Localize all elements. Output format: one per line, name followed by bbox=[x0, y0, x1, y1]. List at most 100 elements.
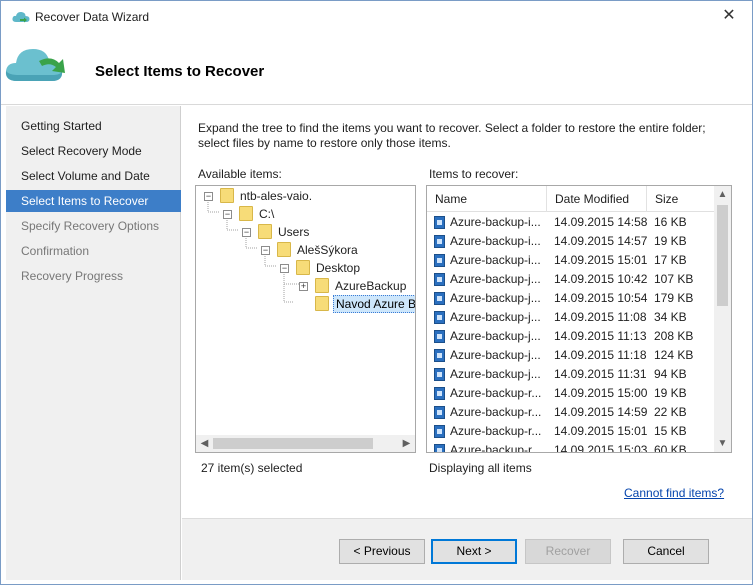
wizard-header: Select Items to Recover bbox=[1, 33, 752, 105]
size-cell: 15 KB bbox=[654, 424, 687, 438]
image-file-icon bbox=[434, 235, 445, 248]
tree-horizontal-scrollbar[interactable]: ◀ ▶ bbox=[196, 435, 415, 452]
list-row[interactable]: Azure-backup-j... 14.09.2015 11:31 94 KB bbox=[427, 365, 714, 384]
file-name-cell: Azure-backup-i... bbox=[450, 234, 541, 248]
image-file-icon bbox=[434, 349, 445, 362]
expand-icon[interactable]: + bbox=[299, 282, 308, 291]
list-row[interactable]: Azure-backup-r... 14.09.2015 14:59 22 KB bbox=[427, 403, 714, 422]
image-file-icon bbox=[434, 425, 445, 438]
scrollbar-thumb[interactable] bbox=[717, 205, 728, 306]
scroll-left-icon[interactable]: ◀ bbox=[196, 435, 213, 452]
column-header-date-modified[interactable]: Date Modified bbox=[547, 186, 647, 212]
cloud-recovery-icon bbox=[5, 49, 65, 81]
main-panel: Expand the tree to find the items you wa… bbox=[182, 106, 752, 580]
image-file-icon bbox=[434, 368, 445, 381]
file-name-cell: Azure-backup-j... bbox=[450, 291, 541, 305]
file-name-cell: Azure-backup-j... bbox=[450, 272, 541, 286]
list-row[interactable]: Azure-backup-j... 14.09.2015 10:42 107 KB bbox=[427, 270, 714, 289]
available-items-tree[interactable]: − ntb-ales-vaio. − C:\ − Users − AlešSýk… bbox=[195, 185, 416, 453]
image-file-icon bbox=[434, 273, 445, 286]
size-cell: 208 KB bbox=[654, 329, 694, 343]
display-status-text: Displaying all items bbox=[429, 461, 532, 475]
title-bar: Recover Data Wizard ✕ bbox=[1, 1, 752, 33]
scroll-right-icon[interactable]: ▶ bbox=[398, 435, 415, 452]
collapse-icon[interactable]: − bbox=[204, 192, 213, 201]
list-row[interactable]: Azure-backup-r... 14.09.2015 15:03 60 KB bbox=[427, 441, 714, 453]
folder-icon bbox=[315, 296, 329, 311]
tree-node-label: ntb-ales-vaio. bbox=[240, 189, 313, 203]
items-to-recover-label: Items to recover: bbox=[429, 167, 519, 181]
scrollbar-thumb[interactable] bbox=[213, 438, 373, 449]
recover-data-wizard-window: Recover Data Wizard ✕ Select Items to Re… bbox=[0, 0, 753, 585]
date-modified-cell: 14.09.2015 11:08 bbox=[554, 310, 647, 324]
previous-button[interactable]: < Previous bbox=[339, 539, 425, 564]
size-cell: 19 KB bbox=[654, 234, 687, 248]
date-modified-cell: 14.09.2015 14:58 bbox=[554, 215, 648, 229]
column-header-size[interactable]: Size bbox=[647, 186, 714, 212]
page-heading: Select Items to Recover bbox=[95, 63, 265, 80]
list-header: Name Date Modified Size bbox=[427, 186, 714, 212]
collapse-icon[interactable]: − bbox=[242, 228, 251, 237]
window-title: Recover Data Wizard bbox=[35, 10, 150, 24]
list-row[interactable]: Azure-backup-j... 14.09.2015 11:13 208 KB bbox=[427, 327, 714, 346]
nav-step-confirmation: Confirmation bbox=[21, 244, 90, 258]
tree-node-label: AzureBackup bbox=[335, 279, 407, 293]
nav-step-select-volume-and-date[interactable]: Select Volume and Date bbox=[6, 165, 181, 187]
file-name-cell: Azure-backup-j... bbox=[450, 367, 541, 381]
size-cell: 19 KB bbox=[654, 386, 687, 400]
column-header-name[interactable]: Name bbox=[427, 186, 547, 212]
scroll-up-icon[interactable]: ▲ bbox=[714, 186, 731, 203]
nav-step-specify-recovery-options: Specify Recovery Options bbox=[21, 219, 160, 233]
size-cell: 22 KB bbox=[654, 405, 687, 419]
list-row[interactable]: Azure-backup-j... 14.09.2015 11:18 124 KB bbox=[427, 346, 714, 365]
image-file-icon bbox=[434, 254, 445, 267]
tree-node-label: C:\ bbox=[259, 207, 275, 221]
image-file-icon bbox=[434, 406, 445, 419]
collapse-icon[interactable]: − bbox=[280, 264, 289, 273]
list-row[interactable]: Azure-backup-r... 14.09.2015 15:00 19 KB bbox=[427, 384, 714, 403]
nav-step-getting-started[interactable]: Getting Started bbox=[6, 115, 181, 137]
list-row[interactable]: Azure-backup-i... 14.09.2015 14:57 19 KB bbox=[427, 232, 714, 251]
list-row[interactable]: Azure-backup-j... 14.09.2015 11:08 34 KB bbox=[427, 308, 714, 327]
items-to-recover-list[interactable]: Name Date Modified Size Azure-backup-i..… bbox=[426, 185, 732, 453]
list-vertical-scrollbar[interactable]: ▲ ▼ bbox=[714, 186, 731, 452]
date-modified-cell: 14.09.2015 11:13 bbox=[554, 329, 647, 343]
date-modified-cell: 14.09.2015 15:01 bbox=[554, 253, 648, 267]
date-modified-cell: 14.09.2015 11:31 bbox=[554, 367, 647, 381]
file-name-cell: Azure-backup-r... bbox=[450, 424, 542, 438]
cannot-find-items-link[interactable]: Cannot find items? bbox=[624, 486, 724, 500]
scroll-down-icon[interactable]: ▼ bbox=[714, 435, 731, 452]
cancel-button[interactable]: Cancel bbox=[623, 539, 709, 564]
nav-step-select-items-to-recover[interactable]: Select Items to Recover bbox=[6, 190, 181, 212]
folder-icon bbox=[277, 242, 291, 257]
wizard-steps-nav: Getting Started Select Recovery Mode Sel… bbox=[6, 106, 181, 580]
list-row[interactable]: Azure-backup-r... 14.09.2015 15:01 15 KB bbox=[427, 422, 714, 441]
size-cell: 179 KB bbox=[654, 291, 694, 305]
image-file-icon bbox=[434, 216, 445, 229]
image-file-icon bbox=[434, 330, 445, 343]
date-modified-cell: 14.09.2015 10:54 bbox=[554, 291, 648, 305]
folder-icon bbox=[258, 224, 272, 239]
close-icon: ✕ bbox=[722, 7, 736, 24]
close-button[interactable]: ✕ bbox=[716, 5, 742, 29]
collapse-icon[interactable]: − bbox=[223, 210, 232, 219]
collapse-icon[interactable]: − bbox=[261, 246, 270, 255]
next-button[interactable]: Next > bbox=[431, 539, 517, 564]
date-modified-cell: 14.09.2015 15:03 bbox=[554, 443, 648, 453]
nav-step-select-recovery-mode[interactable]: Select Recovery Mode bbox=[6, 140, 181, 162]
date-modified-cell: 14.09.2015 15:00 bbox=[554, 386, 648, 400]
selected-count-text: 27 item(s) selected bbox=[201, 461, 303, 475]
list-row[interactable]: Azure-backup-i... 14.09.2015 14:58 16 KB bbox=[427, 213, 714, 232]
file-name-cell: Azure-backup-i... bbox=[450, 253, 541, 267]
size-cell: 34 KB bbox=[654, 310, 687, 324]
image-file-icon bbox=[434, 292, 445, 305]
file-name-cell: Azure-backup-r... bbox=[450, 443, 542, 453]
list-row[interactable]: Azure-backup-i... 14.09.2015 15:01 17 KB bbox=[427, 251, 714, 270]
date-modified-cell: 14.09.2015 11:18 bbox=[554, 348, 647, 362]
wizard-footer: < Previous Next > Recover Cancel bbox=[182, 518, 752, 580]
folder-icon bbox=[315, 278, 329, 293]
folder-icon bbox=[239, 206, 253, 221]
recover-button: Recover bbox=[525, 539, 611, 564]
instructions-text: Expand the tree to find the items you wa… bbox=[198, 121, 706, 150]
list-row[interactable]: Azure-backup-j... 14.09.2015 10:54 179 KB bbox=[427, 289, 714, 308]
